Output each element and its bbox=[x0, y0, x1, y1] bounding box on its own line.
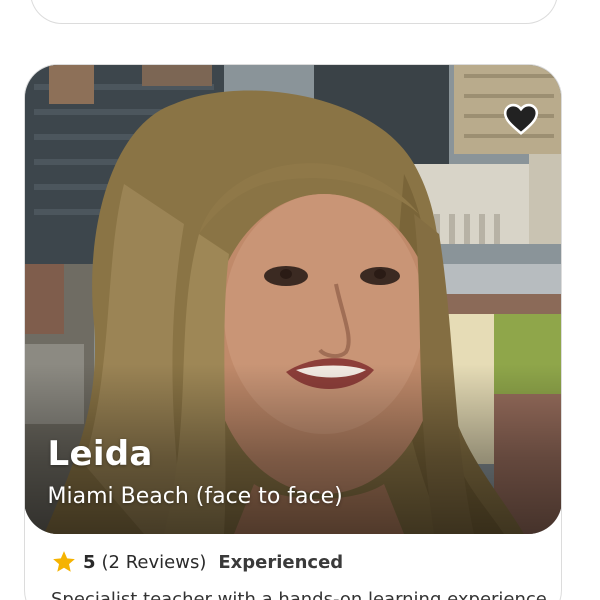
star-icon bbox=[53, 551, 75, 572]
experience-level: Experienced bbox=[218, 551, 344, 573]
favorite-button[interactable] bbox=[502, 100, 540, 138]
tutor-list-view: Leida Miami Beach (face to face) 5 (2 Re… bbox=[0, 0, 600, 600]
rating-row: 5 (2 Reviews) Experienced bbox=[51, 549, 343, 575]
tutor-location: Miami Beach (face to face) bbox=[47, 483, 343, 509]
heart-icon[interactable] bbox=[502, 100, 540, 138]
previous-tutor-card[interactable] bbox=[30, 0, 558, 24]
reviews-count[interactable]: (2 Reviews) bbox=[102, 552, 207, 573]
tutor-name: Leida bbox=[47, 433, 153, 474]
tutor-bio: Specialist teacher with a hands-on learn… bbox=[51, 589, 547, 600]
tutor-photo[interactable]: Leida Miami Beach (face to face) bbox=[25, 65, 561, 534]
rating-value: 5 bbox=[83, 551, 96, 573]
tutor-card[interactable]: Leida Miami Beach (face to face) 5 (2 Re… bbox=[24, 64, 562, 600]
